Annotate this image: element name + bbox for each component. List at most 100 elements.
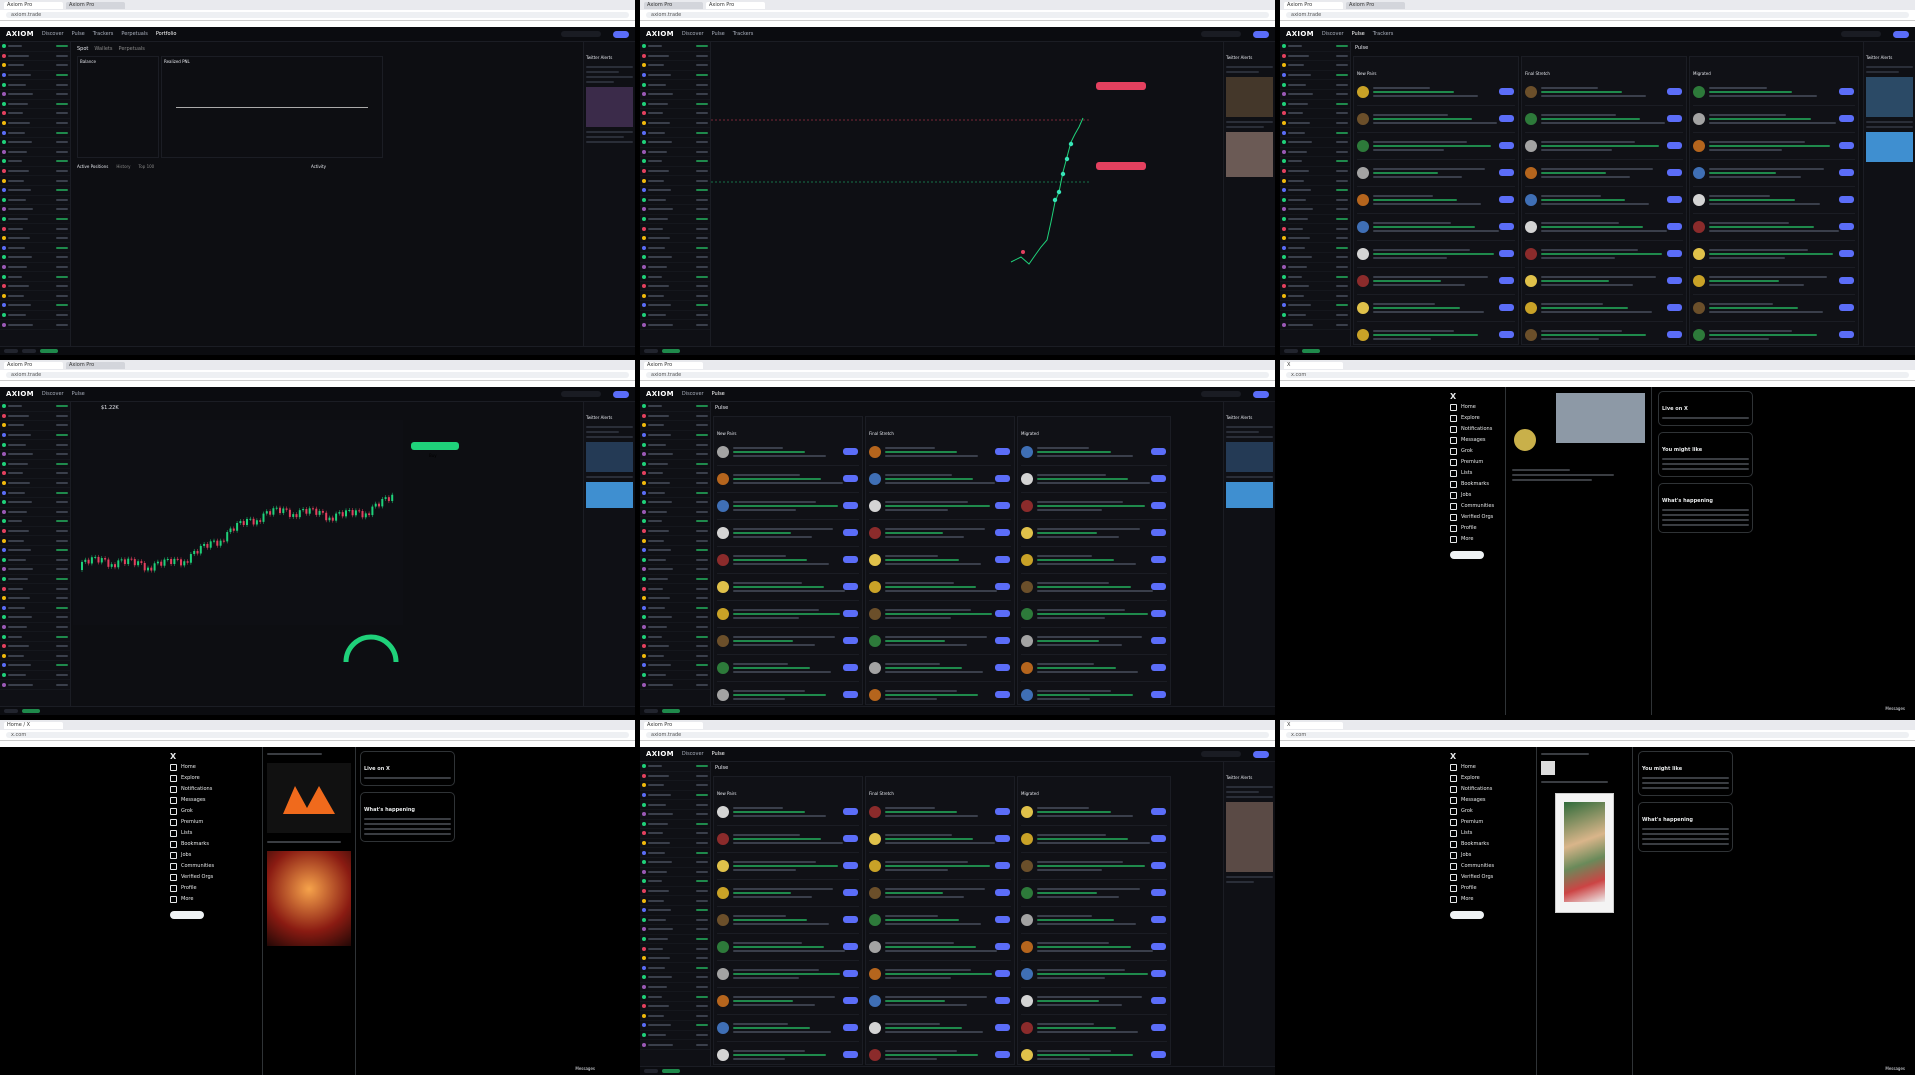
token-card[interactable] (1693, 160, 1855, 187)
nav-pulse[interactable]: Pulse (1352, 31, 1365, 37)
watchlist-row[interactable] (640, 565, 710, 575)
watchlist-row[interactable] (0, 272, 70, 282)
watchlist-row[interactable] (0, 642, 70, 652)
quick-buy-button[interactable] (995, 997, 1010, 1004)
nav-pulse[interactable]: Pulse (712, 31, 725, 37)
watchlist-row[interactable] (0, 440, 70, 450)
x-nav-item[interactable]: Verified Orgs (1450, 512, 1500, 523)
watchlist-row[interactable] (640, 61, 710, 71)
quick-buy-button[interactable] (1151, 529, 1166, 536)
nav-pulse[interactable]: Pulse (72, 391, 85, 397)
quick-buy-button[interactable] (843, 862, 858, 869)
watchlist-row[interactable] (640, 642, 710, 652)
x-nav-item[interactable]: Home (170, 762, 220, 773)
nav-discover[interactable]: Discover (682, 751, 704, 757)
watchlist-row[interactable] (640, 546, 710, 556)
search-input[interactable] (1201, 391, 1241, 397)
watchlist-row[interactable] (0, 263, 70, 273)
axiom-logo[interactable]: AXIOM (646, 750, 674, 758)
watchlist-row[interactable] (1280, 148, 1350, 158)
x-nav-item[interactable]: Grok (170, 806, 220, 817)
watchlist-row[interactable] (640, 1002, 710, 1012)
watchlist-row[interactable] (0, 243, 70, 254)
watchlist-row[interactable] (0, 594, 70, 604)
token-card[interactable] (1357, 160, 1515, 187)
quick-buy-button[interactable] (1151, 610, 1166, 617)
watchlist-row[interactable] (640, 1031, 710, 1041)
post-button[interactable] (1450, 551, 1484, 559)
watchlist-row[interactable] (0, 575, 70, 585)
token-card[interactable] (717, 520, 859, 547)
watchlist-row[interactable] (640, 205, 710, 215)
watchlist-row[interactable] (640, 556, 710, 566)
watchlist-row[interactable] (640, 402, 710, 412)
quick-buy-button[interactable] (995, 583, 1010, 590)
deposit-button[interactable] (1253, 750, 1269, 758)
watchlist-row[interactable] (640, 412, 710, 422)
url-field[interactable]: axiom.trade (6, 12, 629, 18)
token-card[interactable] (1021, 574, 1167, 601)
watchlist-row[interactable] (1280, 42, 1350, 52)
watchlist-row[interactable] (0, 138, 70, 148)
token-card[interactable] (717, 1042, 859, 1069)
quick-buy-button[interactable] (995, 610, 1010, 617)
watchlist-row[interactable] (640, 301, 710, 311)
token-card[interactable] (869, 934, 1011, 961)
token-card[interactable] (1525, 268, 1683, 295)
watchlist-row[interactable] (640, 431, 710, 441)
token-card[interactable] (1021, 682, 1167, 709)
watchlist-row[interactable] (1280, 119, 1350, 129)
quick-buy-button[interactable] (1151, 835, 1166, 842)
token-card[interactable] (1525, 79, 1683, 106)
watchlist-row[interactable] (0, 527, 70, 537)
quick-buy-button[interactable] (995, 556, 1010, 563)
deposit-button[interactable] (613, 30, 629, 38)
quick-buy-button[interactable] (843, 835, 858, 842)
token-card[interactable] (717, 601, 859, 628)
search-input[interactable] (561, 31, 601, 37)
quick-buy-button[interactable] (1667, 142, 1682, 149)
x-nav-item[interactable]: More (1450, 534, 1500, 545)
x-nav-item[interactable]: Bookmarks (1450, 839, 1500, 850)
token-card[interactable] (1021, 493, 1167, 520)
quick-buy-button[interactable] (1839, 142, 1854, 149)
quick-buy-button[interactable] (1151, 1051, 1166, 1058)
quick-buy-button[interactable] (1499, 115, 1514, 122)
quick-buy-button[interactable] (843, 1051, 858, 1058)
quick-buy-button[interactable] (995, 502, 1010, 509)
watchlist-row[interactable] (0, 119, 70, 129)
token-card[interactable] (869, 853, 1011, 880)
watchlist-row[interactable] (640, 887, 710, 897)
token-card[interactable] (717, 547, 859, 574)
token-card[interactable] (1021, 466, 1167, 493)
token-card[interactable] (1525, 214, 1683, 241)
watchlist-row[interactable] (0, 402, 70, 412)
post-image[interactable] (1555, 793, 1614, 913)
watchlist-row[interactable] (640, 954, 710, 964)
watchlist-row[interactable] (0, 546, 70, 556)
x-nav-item[interactable]: Grok (1450, 446, 1500, 457)
quick-buy-button[interactable] (995, 691, 1010, 698)
watchlist-row[interactable] (0, 148, 70, 158)
watchlist-row[interactable] (1280, 109, 1350, 119)
watchlist-row[interactable] (0, 61, 70, 71)
watchlist-row[interactable] (1280, 263, 1350, 273)
quick-buy-button[interactable] (843, 610, 858, 617)
quick-buy-button[interactable] (1499, 169, 1514, 176)
watchlist-row[interactable] (640, 517, 710, 527)
watchlist-row[interactable] (640, 858, 710, 868)
watchlist-row[interactable] (640, 215, 710, 225)
watchlist-row[interactable] (640, 176, 710, 186)
watchlist-row[interactable] (1280, 90, 1350, 100)
browser-tab[interactable]: Axiom Pro (644, 361, 703, 369)
quick-buy-button[interactable] (1839, 115, 1854, 122)
watchlist-row[interactable] (640, 661, 710, 671)
quick-buy-button[interactable] (1151, 556, 1166, 563)
x-nav-item[interactable]: Home (1450, 402, 1500, 413)
token-card[interactable] (1021, 628, 1167, 655)
token-card[interactable] (1693, 133, 1855, 160)
candle-chart[interactable] (73, 420, 403, 625)
axiom-logo[interactable]: AXIOM (646, 30, 674, 38)
deposit-button[interactable] (613, 390, 629, 398)
watchlist-row[interactable] (640, 848, 710, 858)
